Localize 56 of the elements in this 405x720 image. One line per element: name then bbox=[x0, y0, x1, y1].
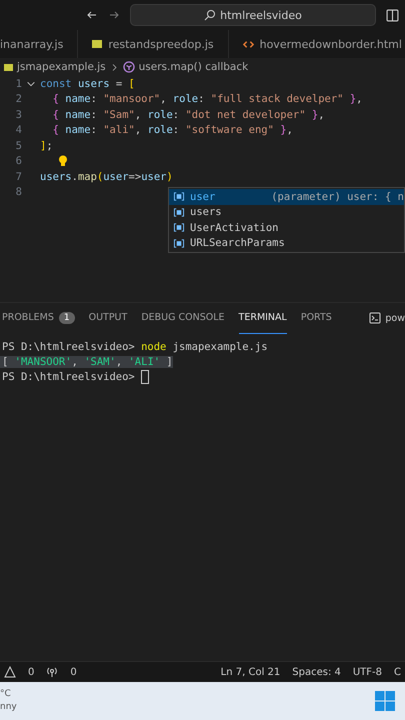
line-number: 3 bbox=[14, 108, 22, 121]
variable-icon bbox=[173, 222, 185, 234]
windows-start-icon[interactable] bbox=[375, 691, 395, 711]
indent-setting[interactable]: Spaces: 4 bbox=[292, 666, 341, 678]
variable-icon bbox=[173, 206, 185, 218]
suggestion-item[interactable]: URLSearchParams bbox=[169, 236, 404, 251]
terminal-line: PS D:\htmlreelsvideo> bbox=[1, 370, 136, 382]
line-number: 2 bbox=[14, 93, 22, 106]
panel-tab[interactable]: DEBUG CONSOLE bbox=[141, 302, 225, 334]
back-arrow-icon bbox=[86, 9, 98, 21]
weather-temperature[interactable]: °C bbox=[0, 688, 17, 701]
panel-tab[interactable]: PROBLEMS 1 bbox=[2, 302, 75, 334]
code-line: { name: "ali", role: "software eng" }, bbox=[52, 124, 293, 136]
terminal-line: PS D:\htmlreelsvideo> node jsmapexample.js bbox=[1, 340, 268, 352]
html-file-icon bbox=[242, 38, 254, 50]
forward-arrow-icon bbox=[108, 9, 120, 21]
code-line: ]; bbox=[40, 140, 53, 152]
encoding[interactable]: UTF-8 bbox=[352, 666, 382, 678]
line-number: 4 bbox=[14, 124, 22, 136]
line-number: 1 bbox=[14, 78, 22, 90]
suggestion-item[interactable]: UserActivation bbox=[169, 220, 404, 236]
search-icon bbox=[204, 9, 216, 21]
line-number: 8 bbox=[14, 186, 22, 198]
terminal-cursor bbox=[141, 370, 150, 384]
line-number: 7 bbox=[14, 170, 22, 183]
warning-count[interactable]: 0 bbox=[28, 666, 34, 678]
variable-icon bbox=[173, 238, 185, 249]
file-tab[interactable]: inanarray.js bbox=[0, 30, 78, 58]
line-number: 5 bbox=[14, 140, 22, 152]
panel-tab[interactable]: OUTPUT bbox=[88, 302, 128, 334]
line-number: 6 bbox=[14, 155, 22, 168]
variable-icon bbox=[173, 191, 185, 202]
suggestion-item[interactable]: users bbox=[169, 204, 404, 220]
terminal-icon bbox=[369, 312, 382, 324]
shell-name[interactable]: pow bbox=[385, 312, 405, 324]
panel-tab[interactable]: PORTS bbox=[300, 302, 332, 334]
broadcast-icon bbox=[46, 666, 58, 678]
lightbulb-icon bbox=[58, 155, 68, 168]
warning-icon bbox=[4, 666, 16, 678]
panel-tab[interactable]: TERMINAL bbox=[238, 302, 287, 334]
chevron-right-icon bbox=[110, 62, 119, 72]
js-file-icon bbox=[92, 40, 102, 48]
breadcrumb-file[interactable]: jsmapexample.js bbox=[17, 61, 106, 73]
js-file-icon bbox=[4, 64, 13, 70]
weather-condition[interactable]: nny bbox=[0, 701, 17, 714]
breadcrumb-symbol[interactable]: users.map() callback bbox=[138, 61, 248, 73]
ports-count[interactable]: 0 bbox=[70, 666, 77, 678]
cursor-position[interactable]: Ln 7, Col 21 bbox=[220, 666, 280, 678]
code-line: const users = [ bbox=[40, 78, 135, 90]
line-ending[interactable]: C bbox=[394, 666, 401, 678]
suggestion-item[interactable]: user (parameter) user: { n bbox=[169, 189, 404, 204]
search-field[interactable]: htmlreelsvideo bbox=[130, 4, 376, 26]
layout-panel-icon bbox=[386, 8, 399, 22]
code-line: { name: "mansoor", role: "full stack develper" }, bbox=[52, 93, 362, 106]
code-line: users.map(user=>user) bbox=[40, 170, 173, 183]
code-line: { name: "Sam", role: "dot net developer" }, bbox=[52, 108, 325, 121]
